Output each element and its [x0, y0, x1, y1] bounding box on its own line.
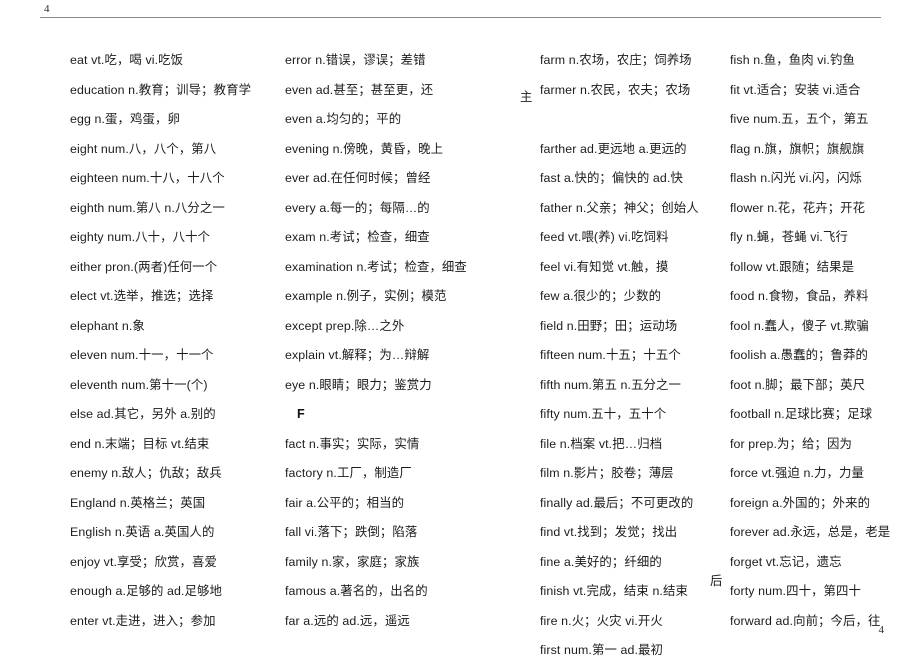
glossary-entry: fly n.蝇，苍蝇 vi.飞行	[730, 230, 848, 244]
glossary-entry: fact n.事实；实际，实情	[285, 436, 420, 451]
glossary-entry: fine a.美好的；纤细的	[540, 554, 662, 569]
glossary-entry: fool n.蠢人，傻子 vt.欺骗	[730, 318, 869, 333]
glossary-entry: food n.食物，食品，养料	[730, 289, 869, 303]
glossary-entry: flower n.花，花卉；开花	[730, 200, 866, 215]
glossary-entry: eleven num.十一，十一个	[70, 348, 214, 362]
glossary-entry: elect vt.选举，推选；选择	[70, 289, 214, 303]
glossary-entry: end n.末端；目标 vt.结束	[70, 436, 210, 451]
glossary-entry: exam n.考试；检查，细查	[285, 230, 430, 244]
glossary-entry: enemy n.敌人；仇敌；敌兵	[70, 466, 222, 480]
glossary-entry: field n.田野；田；运动场	[540, 318, 678, 333]
glossary-entry: five num.五，五个，第五	[730, 112, 869, 126]
glossary-entry: egg n.蛋，鸡蛋，卵	[70, 112, 180, 126]
glossary-entry: examination n.考试；检查，细查	[285, 259, 467, 274]
glossary-entry: fair a.公平的；相当的	[285, 495, 405, 510]
glossary-entry: fire n.火；火灾 vi.开火	[540, 613, 663, 628]
glossary-entry: eight num.八，八个，第八	[70, 141, 217, 156]
glossary-entry: education n.教育；训导；教育学	[70, 82, 252, 97]
glossary-entry: farm n.农场，农庄；饲养场	[540, 53, 692, 67]
glossary-entry: factory n.工厂，制造厂	[285, 466, 412, 480]
glossary-entry: elephant n.象	[70, 318, 145, 333]
glossary-entry: evening n.傍晚，黄昏，晚上	[285, 141, 444, 156]
document-page: 4 eat vt.吃，喝 vi.吃饭 education n.教育；训导；教育学 e…	[0, 0, 920, 657]
glossary-entry: eighty num.八十，八十个	[70, 230, 211, 244]
glossary-entry: force vt.强迫 n.力，力量	[730, 466, 864, 480]
glossary-entry: eye n.眼睛；眼力；鉴赏力	[285, 377, 432, 392]
glossary-entry: foreign a.外国的；外来的	[730, 495, 871, 510]
glossary-entry: foot n.脚；最下部；英尺	[730, 377, 866, 392]
glossary-column-1: eat vt.吃，喝 vi.吃饭 education n.教育；训导；教育学 egg…	[70, 46, 280, 636]
glossary-entry: fast a.快的；偏快的 ad.快	[540, 171, 683, 185]
glossary-entry: else ad.其它，另外 a.别的	[70, 407, 216, 421]
glossary-entry: fifteen num.十五；十五个	[540, 348, 681, 362]
header-rule	[40, 17, 881, 18]
glossary-entry: finally ad.最后；不可更改的	[540, 495, 694, 510]
glossary-entry: fall vi.落下；跌倒；陷落	[285, 525, 418, 539]
glossary-entry: forty num.四十，第四十	[730, 584, 862, 598]
glossary-entry: flag n.旗，旗帜；旗舰旗	[730, 141, 865, 156]
glossary-entry: follow vt.跟随；结果是	[730, 259, 855, 274]
glossary-entry: every a.每一的；每隔…的	[285, 200, 430, 215]
glossary-entry: feel vi.有知觉 vt.触，摸	[540, 259, 669, 274]
line-spacer	[540, 105, 730, 135]
glossary-entry: fifty num.五十，五十个	[540, 407, 667, 421]
glossary-entry: example n.例子，实例；模范	[285, 289, 447, 303]
glossary-entry: fish n.鱼，鱼肉 vi.钓鱼	[730, 53, 855, 67]
glossary-column-4: fish n.鱼，鱼肉 vi.钓鱼 fit vt.适合；安装 vi.适合 five …	[730, 46, 905, 636]
glossary-entry: football n.足球比赛；足球	[730, 407, 873, 421]
glossary-entry: fit vt.适合；安装 vi.适合	[730, 82, 861, 97]
glossary-entry: error n.错误，谬误；差错	[285, 53, 426, 67]
glossary-entry: film n.影片；胶卷；薄层	[540, 466, 674, 480]
glossary-entry: fifth num.第五 n.五分之一	[540, 377, 681, 392]
glossary-entry: enough a.足够的 ad.足够地	[70, 584, 223, 598]
glossary-entry: eighth num.第八 n.八分之一	[70, 200, 225, 215]
glossary-entry: file n.档案 vt.把…归档	[540, 436, 663, 451]
glossary-entry: England n.英格兰；英国	[70, 495, 206, 510]
glossary-entry: foolish a.愚蠢的；鲁莽的	[730, 348, 869, 362]
section-letter-heading: F	[297, 407, 305, 421]
glossary-entry: eat vt.吃，喝 vi.吃饭	[70, 53, 184, 67]
overflow-fragment-forward-tail: 后	[710, 574, 723, 588]
glossary-entry: far a.远的 ad.远，遥远	[285, 613, 410, 628]
glossary-entry: ever ad.在任何时候；曾经	[285, 171, 431, 185]
glossary-entry: forever ad.永远，总是，老是	[730, 525, 891, 539]
glossary-entry: farther ad.更远地 a.更远的	[540, 141, 687, 156]
glossary-entry: either pron.(两者)任何一个	[70, 259, 218, 274]
glossary-entry: explain vt.解释；为…辩解	[285, 348, 430, 362]
glossary-columns: eat vt.吃，喝 vi.吃饭 education n.教育；训导；教育学 egg…	[0, 46, 920, 657]
overflow-fragment-farmer-tail: 主	[520, 90, 533, 104]
glossary-entry: except prep.除…之外	[285, 318, 405, 333]
glossary-entry: feed vt.喂(养) vi.吃饲料	[540, 230, 669, 244]
glossary-entry: eleventh num.第十一(个)	[70, 377, 208, 392]
glossary-entry: farmer n.农民，农夫；农场	[540, 82, 691, 97]
glossary-entry: family n.家，家庭；家族	[285, 554, 420, 569]
glossary-entry: few a.很少的；少数的	[540, 289, 662, 303]
glossary-entry: famous a.著名的，出名的	[285, 584, 428, 598]
glossary-entry: eighteen num.十八，十八个	[70, 171, 225, 185]
glossary-entry: even a.均匀的；平的	[285, 112, 402, 126]
glossary-entry: for prep.为；给；因为	[730, 436, 852, 451]
glossary-entry: enter vt.走进，进入；参加	[70, 613, 216, 628]
glossary-entry: enjoy vt.享受；欣赏，喜爱	[70, 554, 217, 569]
glossary-entry: forget vt.忘记，遗忘	[730, 554, 842, 569]
glossary-entry: English n.英语 a.英国人的	[70, 525, 215, 539]
glossary-entry: finish vt.完成，结束 n.结束	[540, 584, 688, 598]
glossary-entry: flash n.闪光 vi.闪，闪烁	[730, 171, 862, 185]
footer-page-number: 4	[878, 624, 885, 636]
glossary-entry: father n.父亲；神父；创始人	[540, 200, 699, 215]
glossary-column-3: farm n.农场，农庄；饲养场 farmer n.农民，农夫；农场 farther…	[540, 46, 730, 666]
glossary-column-2: error n.错误，谬误；差错 even ad.甚至；甚至更，还 even a.均…	[285, 46, 515, 636]
glossary-entry: even ad.甚至；甚至更，还	[285, 82, 434, 97]
header-page-number: 4	[44, 3, 50, 15]
glossary-entry: find vt.找到；发觉；找出	[540, 525, 678, 539]
